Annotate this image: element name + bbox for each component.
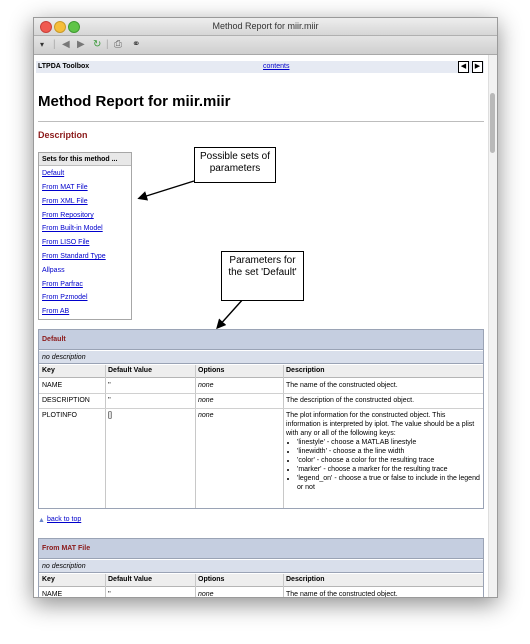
row-key: DESCRIPTION	[42, 397, 90, 404]
plotinfo-key-list: 'linestyle' - choose a MATLAB linestyle …	[286, 438, 480, 492]
row-description-text: The plot information for the constructed…	[286, 412, 475, 437]
report-content[interactable]: LTPDA Toolbox contents ◀ ▶ Method Report…	[34, 55, 489, 597]
col-header-key: Key	[42, 367, 55, 374]
list-item: 'color' - choose a color for the resulti…	[297, 456, 480, 465]
col-header-default: Default Value	[108, 576, 152, 583]
param-table-description: no description	[39, 560, 483, 573]
toolbar-separator: |	[106, 39, 109, 50]
row-description: The name of the constructed object.	[286, 382, 398, 389]
row-options: none	[198, 382, 214, 389]
refresh-icon[interactable]: ↻	[93, 38, 101, 51]
col-header-description: Description	[286, 576, 325, 583]
col-header-description: Description	[286, 367, 325, 374]
list-item: 'linewidth' - choose a the line width	[297, 447, 480, 456]
back-to-top-arrow-icon: ▲	[38, 517, 45, 524]
row-default-value: ''	[108, 591, 111, 597]
annotation-arrows	[137, 180, 245, 330]
list-item: 'legend_on' - choose a true or false to …	[297, 474, 480, 492]
row-key: NAME	[42, 382, 63, 389]
title-bar: Method Report for miir.miir	[34, 18, 497, 36]
row-description: The description of the constructed objec…	[286, 397, 415, 404]
binoculars-icon[interactable]: ⚭	[132, 38, 140, 51]
list-item: 'linestyle' - choose a MATLAB linestyle	[297, 438, 480, 447]
row-key: NAME	[42, 591, 63, 597]
row-description: The name of the constructed object.	[286, 591, 398, 597]
row-options: none	[198, 397, 214, 404]
list-item: 'marker' - choose a marker for the resul…	[297, 465, 480, 474]
arrow-to-default-table	[216, 297, 245, 330]
row-options: none	[198, 412, 214, 419]
row-default-value: []	[108, 412, 112, 419]
print-icon[interactable]: ⎙	[114, 38, 122, 51]
vertical-scrollbar[interactable]	[488, 55, 497, 597]
row-description: The plot information for the constructed…	[283, 409, 483, 494]
row-default-value: ''	[108, 382, 111, 389]
param-table-title: From MAT File	[39, 539, 483, 559]
back-arrow-icon[interactable]: ◀	[62, 38, 70, 51]
row-key: PLOTINFO	[42, 412, 78, 419]
param-table-title: Default	[39, 330, 483, 350]
forward-arrow-icon[interactable]: ▶	[77, 38, 85, 51]
col-header-options: Options	[198, 367, 225, 374]
col-header-key: Key	[42, 576, 55, 583]
row-default-value: ''	[108, 397, 111, 404]
arrow-to-sets	[137, 180, 195, 201]
param-table-description: no description	[39, 351, 483, 364]
toolbar-separator: |	[53, 39, 56, 50]
row-options: none	[198, 591, 214, 597]
param-table-from-mat-file: From MAT File no description Key Default…	[38, 538, 484, 597]
help-toolbar: ▾ | ◀ ▶ ↻ | ⎙ ⚭	[34, 36, 497, 55]
back-to-top-link[interactable]: back to top	[47, 516, 81, 523]
col-header-default: Default Value	[108, 367, 152, 374]
scrollbar-thumb[interactable]	[490, 93, 495, 153]
toolbar-dropdown-icon[interactable]: ▾	[40, 38, 44, 51]
annotation-callout-params: Parameters for the set 'Default'	[221, 251, 304, 301]
window-title: Method Report for miir.miir	[212, 21, 319, 31]
col-header-options: Options	[198, 576, 225, 583]
param-table-default: Default no description Key Default Value…	[38, 329, 484, 509]
browser-window: Method Report for miir.miir ▾ | ◀ ▶ ↻ | …	[33, 17, 498, 598]
